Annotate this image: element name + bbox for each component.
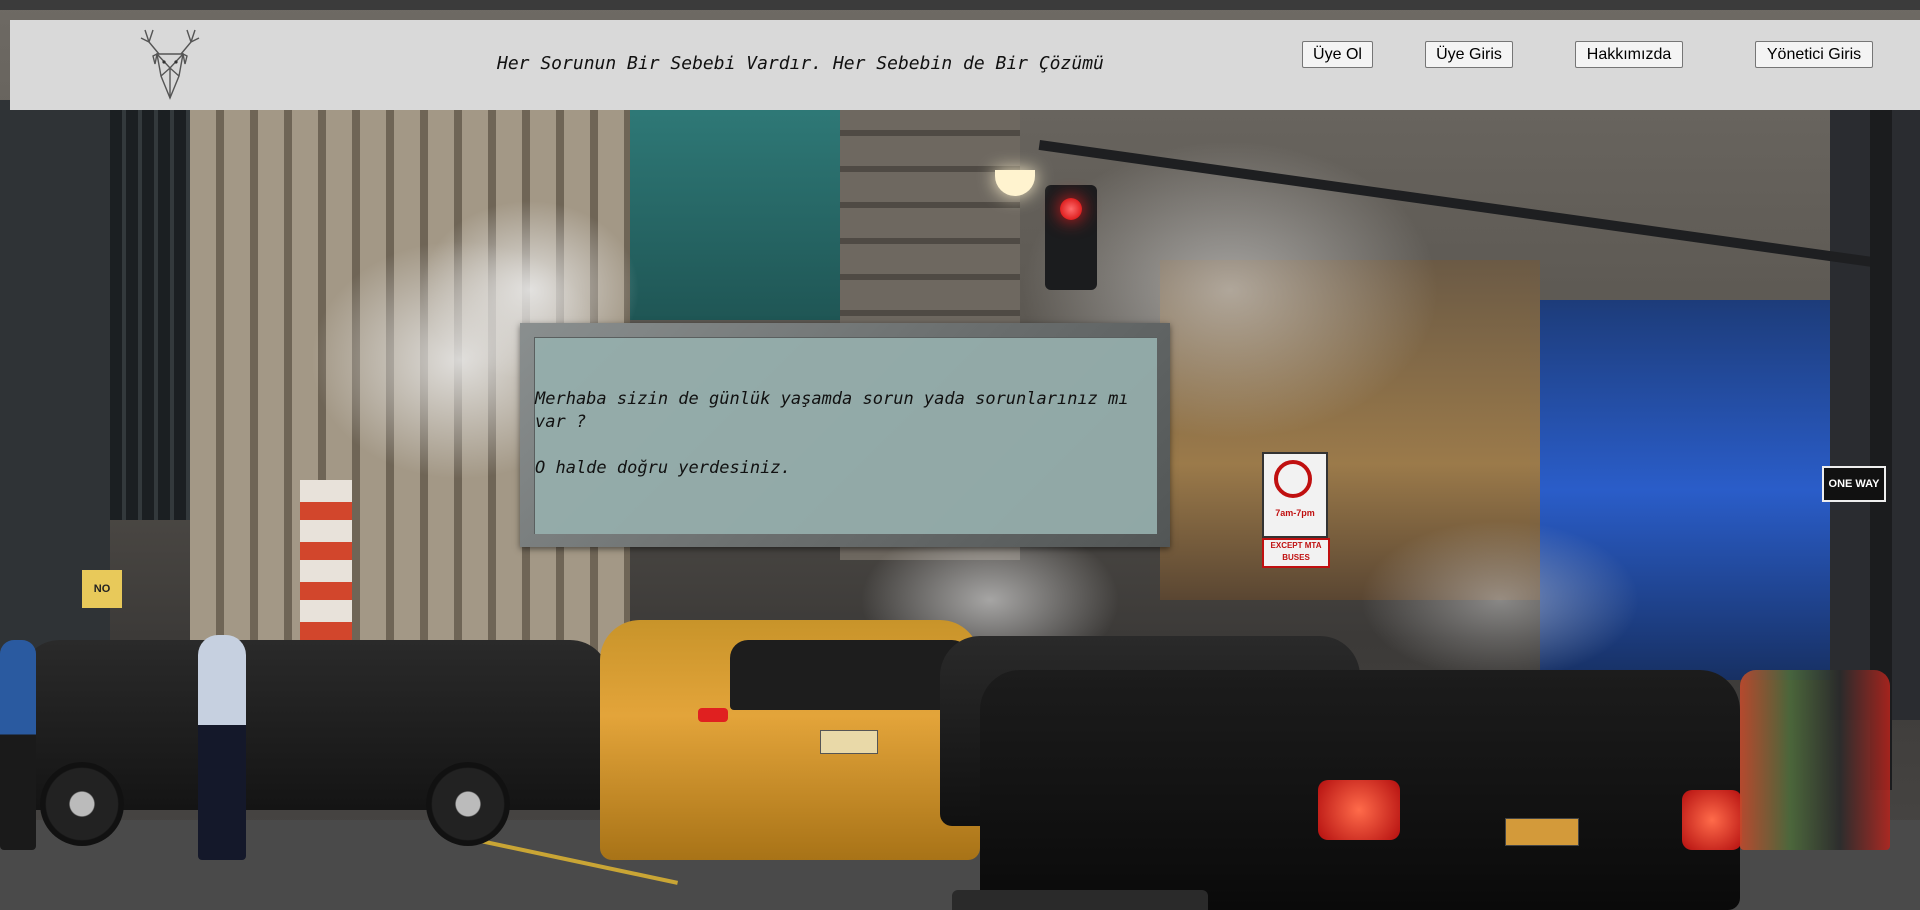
no-sign: NO [82,570,122,608]
tail-light-icon [1318,780,1400,840]
tail-light-icon [698,708,728,722]
welcome-message-line: O halde doğru yerdesiniz. [535,458,791,478]
sign-text: ONE WAY [1828,478,1880,490]
window-top-strip [0,0,1920,10]
admin-login-button[interactable]: Yönetici Giris [1755,41,1873,68]
steam-cloud [1360,520,1640,680]
welcome-message-line: Merhaba sizin de günlük yaşamda sorun ya… [535,389,1129,432]
welcome-message-box: Merhaba sizin de günlük yaşamda sorun ya… [534,337,1157,534]
deer-head-icon[interactable] [135,24,205,104]
limo-plate [1505,818,1579,846]
red-light-icon [1060,198,1082,220]
taxi-plate [820,730,878,754]
taxi-rear-window [730,640,970,710]
one-way-sign: ONE WAY [1822,466,1886,502]
about-button[interactable]: Hakkımızda [1575,41,1683,68]
pedestrian [198,635,246,860]
pedestrian-group [1740,670,1890,850]
pedestrian [0,640,36,850]
building-teal-glass [630,100,840,320]
tail-light-icon [1682,790,1742,850]
site-header: Her Sorunun Bir Sebebi Vardır. Her Sebeb… [10,20,1920,110]
except-sign: EXCEPT MTA BUSES [1262,538,1330,568]
building-glass-tower [110,100,190,520]
steam-pipe [300,480,352,660]
wheel [40,762,124,846]
welcome-message-text: Merhaba sizin de günlük yaşamda sorun ya… [535,388,1155,503]
sign-text: 7am-7pm [1275,508,1315,518]
no-turn-sign: 7am-7pm [1262,452,1328,538]
register-button[interactable]: Üye Ol [1302,41,1373,68]
sign-text: EXCEPT MTA BUSES [1270,541,1322,562]
site-tagline: Her Sorunun Bir Sebebi Vardır. Her Sebeb… [497,53,1104,74]
wheel [426,762,510,846]
member-login-button[interactable]: Üye Giris [1425,41,1513,68]
sign-text: NO [93,583,111,595]
bottom-panel-tab[interactable] [952,890,1208,910]
welcome-message-frame: Merhaba sizin de günlük yaşamda sorun ya… [520,323,1170,547]
